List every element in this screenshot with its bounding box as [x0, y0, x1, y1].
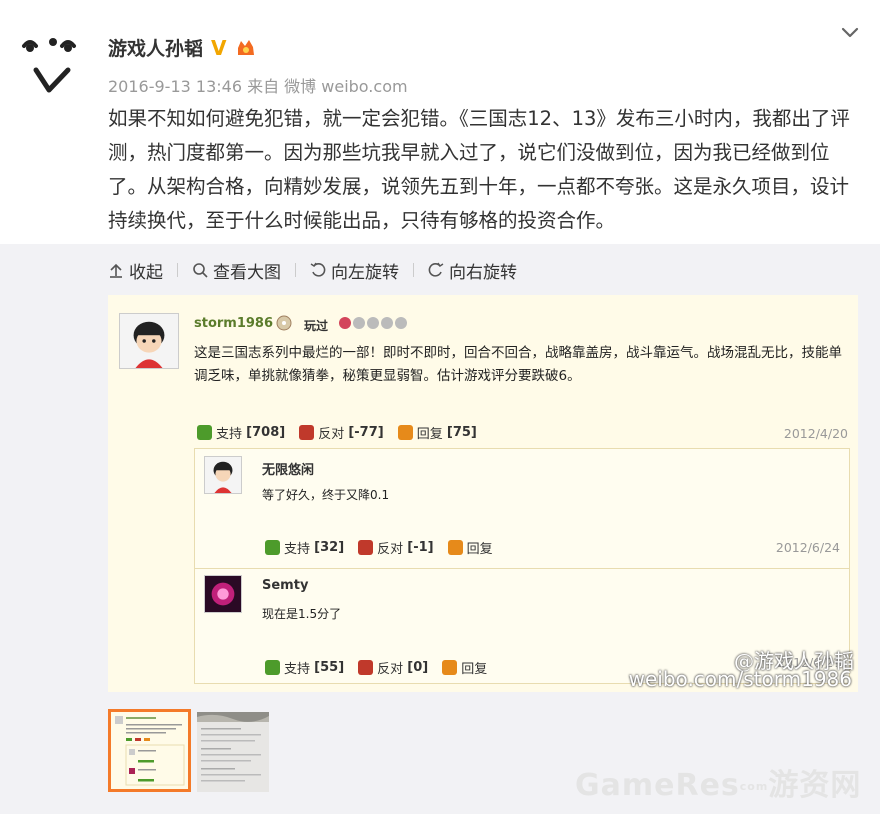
thumbs-up-icon — [197, 425, 212, 440]
reply-user: Semty — [262, 578, 309, 593]
site-watermark: GameRescom游资网 — [575, 760, 861, 804]
post-image[interactable]: storm1986 玩过 这是三国志系列中最烂的一部！即时不即时，回合不回合，战… — [108, 295, 858, 692]
thumbs-up-icon — [265, 660, 280, 675]
thumbnail[interactable] — [197, 712, 269, 792]
post-meta: 2016-9-13 13:46 来自 微博 weibo.com — [108, 73, 408, 97]
image-watermark-url: weibo.com/storm1986 — [628, 667, 852, 691]
played-label: 玩过 — [304, 319, 329, 333]
image-toolbar: 收起 查看大图 向左旋转 向右旋转 — [108, 257, 517, 283]
reply-button: 回复 — [442, 658, 487, 677]
reply-date: 2012/6/24 — [775, 540, 840, 555]
verified-badge[interactable]: V — [211, 36, 226, 60]
search-icon — [193, 263, 208, 278]
thumbs-down-icon — [358, 660, 374, 675]
user-avatar — [204, 456, 242, 494]
support-count: [32] — [314, 540, 345, 555]
reply-divider — [194, 568, 850, 569]
author-avatar[interactable] — [18, 28, 88, 98]
support-count: [708] — [246, 425, 286, 440]
oppose-button: 反对 [-1] — [358, 538, 434, 557]
arrow-up-icon — [110, 263, 122, 278]
oppose-label: 反对 — [377, 542, 404, 557]
collapse-label: 收起 — [129, 262, 163, 283]
support-button: 支持 [55] — [265, 658, 344, 677]
reply-text: 现在是1.5分了 — [262, 607, 342, 621]
rotate-right-button[interactable]: 向右旋转 — [428, 258, 517, 283]
support-button: 支持 [32] — [265, 538, 344, 557]
cd-icon — [276, 315, 292, 331]
rotate-right-icon — [428, 262, 444, 277]
reply-user: 无限悠闲 — [262, 463, 315, 478]
thumbs-down-icon — [299, 425, 315, 440]
reply-icon — [397, 425, 413, 440]
site-watermark-chinese: 游资网 — [768, 768, 862, 803]
reply-label: 回复 — [461, 662, 488, 677]
oppose-button: 反对 [0] — [358, 658, 428, 677]
support-label: 支持 — [284, 662, 311, 677]
rating-icon — [339, 317, 407, 329]
author-row: 游戏人孙韬 V — [108, 34, 257, 61]
thumbs-down-icon — [358, 540, 374, 555]
comment-actions: 支持 [708] 反对 [-77] 回复 [75] — [197, 423, 491, 442]
toolbar-divider — [295, 263, 296, 277]
support-label: 支持 — [284, 542, 311, 557]
oppose-label: 反对 — [377, 662, 404, 677]
site-watermark-latin: GameRes — [575, 768, 740, 803]
thumbnail-selected[interactable] — [108, 709, 191, 792]
reply-label: 回复 — [416, 427, 443, 442]
reply-button: 回复 [75] — [397, 423, 477, 442]
site-watermark-small: com — [739, 780, 769, 793]
oppose-count: [-77] — [348, 425, 384, 440]
rotate-left-icon — [310, 262, 326, 277]
support-button: 支持 [708] — [197, 423, 285, 442]
reply-actions: 支持 [55] 反对 [0] 回复 — [265, 658, 501, 677]
collapse-button[interactable]: 收起 — [108, 258, 163, 283]
rotate-left-label: 向左旋转 — [331, 262, 399, 283]
oppose-count: [0] — [407, 660, 429, 675]
reply-icon — [447, 540, 463, 555]
reply-button: 回复 — [447, 538, 493, 557]
support-label: 支持 — [216, 427, 243, 442]
reply-label: 回复 — [466, 542, 493, 557]
oppose-count: [-1] — [407, 540, 434, 555]
oppose-button: 反对 [-77] — [299, 423, 384, 442]
post-source: 来自 微博 weibo.com — [247, 77, 408, 96]
rotate-right-label: 向右旋转 — [449, 262, 517, 283]
toolbar-divider — [413, 263, 414, 277]
fan-badge-icon[interactable] — [235, 38, 257, 58]
reply-count: [75] — [446, 425, 477, 440]
rotate-left-button[interactable]: 向左旋转 — [310, 258, 399, 283]
support-count: [55] — [314, 660, 345, 675]
chevron-down-icon[interactable] — [840, 22, 860, 42]
reply-text: 等了好久，终于又降0.1 — [262, 488, 390, 502]
comment-text: 这是三国志系列中最烂的一部！即时不即时，回合不回合，战略靠盖房，战斗靠运气。战场… — [194, 345, 842, 384]
user-avatar — [119, 313, 179, 369]
view-large-button[interactable]: 查看大图 — [192, 258, 281, 283]
toolbar-divider — [177, 263, 178, 277]
reply-actions: 支持 [32] 反对 [-1] 回复 — [265, 538, 507, 557]
comment-date: 2012/4/20 — [783, 426, 848, 441]
user-avatar — [204, 575, 242, 613]
thumbnail-preview — [115, 716, 185, 786]
view-large-label: 查看大图 — [213, 262, 281, 283]
comment-user: storm1986 — [194, 316, 274, 331]
reply-icon — [442, 660, 458, 675]
post-timestamp[interactable]: 2016-9-13 13:46 — [108, 77, 242, 96]
post-text: 如果不知如何避免犯错，就一定会犯错。《三国志12、13》发布三小时内，我都出了评… — [108, 107, 850, 232]
author-name[interactable]: 游戏人孙韬 — [108, 34, 203, 61]
thumbs-up-icon — [265, 540, 280, 555]
oppose-label: 反对 — [318, 427, 345, 442]
thumbnail-preview — [197, 712, 269, 782]
